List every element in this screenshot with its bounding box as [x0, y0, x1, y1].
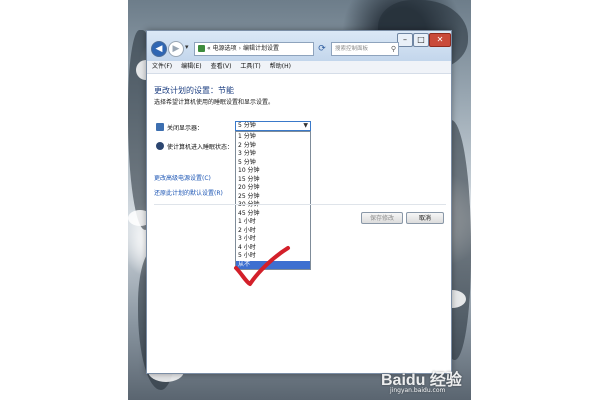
menu-tools[interactable]: 工具(T) [240, 63, 260, 70]
menu-edit[interactable]: 编辑(E) [181, 63, 201, 70]
close-button[interactable]: ✕ [429, 33, 451, 47]
refresh-icon[interactable]: ⟳ [316, 43, 328, 55]
dropdown-option[interactable]: 25 分钟 [236, 193, 310, 202]
dropdown-option[interactable]: 45 分钟 [236, 210, 310, 219]
dropdown-option[interactable]: 5 分钟 [236, 159, 310, 168]
dropdown-option[interactable]: 3 分钟 [236, 150, 310, 159]
menu-view[interactable]: 查看(V) [211, 63, 232, 70]
dropdown-option[interactable]: 20 分钟 [236, 184, 310, 193]
dropdown-option[interactable]: 1 分钟 [236, 133, 310, 142]
dropdown-option[interactable]: 2 小时 [236, 227, 310, 236]
chevron-down-icon[interactable]: ▼ [303, 122, 308, 130]
dropdown-option[interactable]: 15 分钟 [236, 176, 310, 185]
search-placeholder: 搜索控制面板 [335, 46, 369, 52]
breadcrumb-arrow: › [238, 45, 242, 52]
turn-off-display-select[interactable]: 5 分钟 ▼ [235, 121, 311, 131]
breadcrumb-power-options[interactable]: 电源选项 [213, 45, 237, 52]
dropdown-option[interactable]: 30 分钟 [236, 201, 310, 210]
maximize-button[interactable]: □ [413, 33, 429, 47]
recent-pages-chevron-icon[interactable]: ▾ [185, 43, 189, 51]
restore-defaults-link[interactable]: 还原此计划的默认设置(R) [154, 188, 223, 197]
red-checkmark-annotation [234, 246, 290, 286]
cancel-button[interactable]: 取消 [406, 212, 444, 224]
page-title: 更改计划的设置：节能 [154, 86, 234, 95]
watermark-url: jingyan.baidu.com [390, 387, 446, 394]
divider [154, 204, 446, 205]
control-panel-window: – □ ✕ ◀ ▶ ▾ « 电源选项 › 编辑计划设置 ⟳ 搜索控制面板 ⚲ 文件(… [146, 30, 452, 374]
title-bar: – □ ✕ ◀ ▶ ▾ « 电源选项 › 编辑计划设置 ⟳ 搜索控制面板 ⚲ [147, 31, 451, 61]
sleep-icon [156, 142, 164, 150]
forward-arrow-icon[interactable]: ▶ [168, 41, 184, 57]
dropdown-option[interactable]: 2 分钟 [236, 142, 310, 151]
page-description: 选择希望计算机使用的睡眠设置和显示设置。 [154, 99, 275, 106]
address-bar[interactable]: « 电源选项 › 编辑计划设置 [194, 42, 314, 56]
sleep-label: 使计算机进入睡眠状态： [167, 144, 234, 151]
dropdown-option[interactable]: 3 小时 [236, 235, 310, 244]
breadcrumb-edit-plan-settings[interactable]: 编辑计划设置 [243, 45, 279, 52]
select-value: 5 分钟 [238, 122, 256, 129]
save-changes-button[interactable]: 保存修改 [361, 212, 403, 224]
search-input[interactable]: 搜索控制面板 ⚲ [331, 42, 399, 56]
monitor-icon [156, 123, 164, 131]
menu-help[interactable]: 帮助(H) [270, 63, 291, 70]
minimize-button[interactable]: – [397, 33, 413, 47]
advanced-power-settings-link[interactable]: 更改高级电源设置(C) [154, 173, 211, 182]
control-panel-icon [198, 45, 205, 52]
breadcrumb-separator: « [207, 45, 211, 52]
search-icon[interactable]: ⚲ [391, 43, 396, 55]
dropdown-option[interactable]: 10 分钟 [236, 167, 310, 176]
turn-off-display-label: 关闭显示器： [167, 125, 204, 132]
menu-bar: 文件(F) 编辑(E) 查看(V) 工具(T) 帮助(H) [147, 61, 451, 74]
back-arrow-icon[interactable]: ◀ [151, 41, 167, 57]
menu-file[interactable]: 文件(F) [152, 63, 172, 70]
dropdown-option[interactable]: 1 小时 [236, 218, 310, 227]
